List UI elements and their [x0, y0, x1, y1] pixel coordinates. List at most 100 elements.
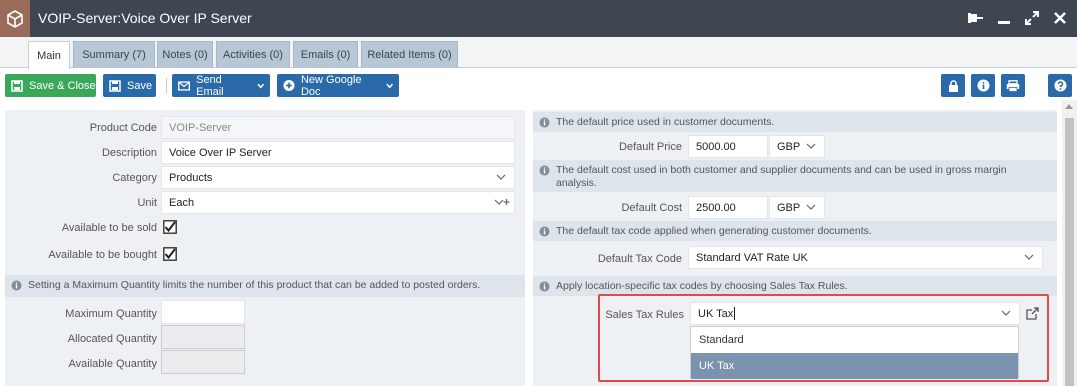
info-button[interactable] — [971, 74, 995, 97]
scrollbar-thumb[interactable] — [1065, 118, 1074, 386]
description-label: Description — [101, 147, 157, 159]
send-email-button[interactable]: Send Email — [172, 73, 270, 98]
maximize-icon[interactable] — [1023, 9, 1041, 27]
info-icon — [977, 79, 989, 92]
chevron-down-icon — [496, 174, 506, 180]
chevron-down-icon — [806, 204, 816, 210]
minimize-icon[interactable] — [995, 9, 1013, 27]
maximum-quantity-input[interactable] — [161, 300, 245, 324]
chevron-down-icon — [1024, 254, 1034, 260]
toolbar-divider — [166, 78, 167, 94]
sales-tax-rules-label: Sales Tax Rules — [605, 309, 684, 321]
location-tax-info-text: Apply location-specific tax codes by cho… — [556, 280, 848, 292]
question-icon — [1054, 79, 1066, 92]
save-icon — [11, 79, 23, 92]
info-icon — [539, 226, 550, 237]
max-quantity-info-text: Setting a Maximum Quantity limits the nu… — [28, 279, 481, 291]
save-close-button[interactable]: Save & Close — [5, 74, 96, 97]
available-bought-checkbox[interactable] — [163, 247, 177, 261]
sales-tax-rules-dropdown: Standard UK Tax — [690, 326, 1019, 379]
cost-currency-select[interactable]: GBP — [769, 196, 825, 219]
available-bought-label: Available to be bought — [48, 249, 157, 261]
default-cost-label: Default Cost — [621, 202, 682, 214]
close-icon[interactable] — [1051, 9, 1069, 27]
description-value: Voice Over IP Server — [169, 146, 272, 159]
tab-activities[interactable]: Activities (0) — [216, 41, 290, 68]
info-icon — [11, 280, 22, 291]
unit-select[interactable]: Each — [161, 191, 515, 214]
sales-tax-rules-select[interactable]: UK Tax — [690, 302, 1020, 325]
send-email-label: Send Email — [196, 73, 224, 98]
help-button[interactable] — [1048, 74, 1072, 97]
save-close-label: Save & Close — [29, 79, 96, 92]
tab-related-items[interactable]: Related Items (0) — [361, 41, 458, 68]
default-cost-value: 2500.00 — [696, 201, 736, 214]
lock-button[interactable] — [941, 74, 965, 97]
price-info: The default price used in customer docum… — [533, 112, 1057, 132]
option-standard[interactable]: Standard — [691, 327, 1018, 353]
unit-value: Each — [169, 196, 195, 209]
unit-label: Unit — [137, 197, 157, 209]
available-sold-label: Available to be sold — [61, 222, 157, 234]
chevron-down-icon — [256, 83, 264, 89]
save-icon — [109, 79, 121, 92]
default-price-input[interactable]: 5000.00 — [688, 135, 768, 158]
default-price-value: 5000.00 — [696, 140, 736, 153]
info-icon — [539, 165, 550, 176]
cost-currency-value: GBP — [777, 201, 801, 214]
product-code-value: VOIP-Server — [169, 121, 232, 134]
category-value: Products — [169, 171, 213, 184]
envelope-icon — [178, 80, 191, 91]
tab-notes[interactable]: Notes (0) — [157, 41, 213, 68]
chevron-down-icon — [806, 143, 816, 149]
text-cursor — [734, 307, 736, 320]
price-currency-value: GBP — [777, 140, 801, 153]
allocated-quantity-label: Allocated Quantity — [67, 333, 157, 345]
category-select[interactable]: Products — [161, 166, 515, 189]
new-google-doc-label: New Google Doc — [300, 73, 362, 98]
chevron-down-icon — [1001, 310, 1011, 316]
product-box-icon — [0, 0, 30, 37]
cost-info: The default cost used in both customer a… — [533, 160, 1057, 192]
title-bar: VOIP-Server:Voice Over IP Server — [0, 0, 1077, 37]
allocated-quantity-field — [161, 325, 245, 349]
option-uk-tax[interactable]: UK Tax — [691, 353, 1018, 379]
plus-circle-icon — [283, 79, 295, 92]
tax-info: The default tax code applied when genera… — [533, 221, 1057, 241]
description-input[interactable]: Voice Over IP Server — [161, 141, 515, 164]
info-icon — [539, 117, 550, 128]
printer-icon — [1006, 79, 1020, 92]
default-tax-code-label: Default Tax Code — [597, 253, 682, 265]
info-icon — [539, 281, 550, 292]
vertical-scrollbar[interactable] — [1062, 100, 1077, 386]
new-google-doc-button[interactable]: New Google Doc — [277, 73, 399, 98]
window-title: VOIP-Server:Voice Over IP Server — [38, 10, 252, 26]
tab-emails[interactable]: Emails (0) — [293, 41, 358, 68]
tab-main[interactable]: Main — [28, 41, 70, 69]
tab-summary[interactable]: Summary (7) — [73, 41, 155, 68]
chevron-down-icon — [385, 83, 393, 89]
price-info-text: The default price used in customer docum… — [556, 116, 775, 128]
sales-tax-rules-value: UK Tax — [698, 307, 734, 320]
category-label: Category — [112, 172, 157, 184]
available-sold-checkbox[interactable] — [163, 220, 177, 234]
save-button[interactable]: Save — [103, 74, 156, 97]
default-price-label: Default Price — [619, 141, 682, 153]
default-tax-code-select[interactable]: Standard VAT Rate UK — [688, 246, 1043, 269]
available-quantity-field — [161, 350, 245, 374]
open-external-icon[interactable] — [1024, 305, 1040, 321]
toolbar: Save & Close Save Send Email New Google … — [0, 69, 1077, 104]
tax-info-text: The default tax code applied when genera… — [556, 225, 872, 237]
scroll-up-arrow[interactable] — [1065, 104, 1073, 109]
default-cost-input[interactable]: 2500.00 — [688, 196, 768, 219]
maximum-quantity-label: Maximum Quantity — [65, 308, 157, 320]
max-quantity-info: Setting a Maximum Quantity limits the nu… — [5, 275, 525, 297]
tab-strip: Main Summary (7) Notes (0) Activities (0… — [0, 37, 1077, 69]
print-button[interactable] — [1001, 74, 1025, 97]
default-tax-code-value: Standard VAT Rate UK — [696, 251, 808, 264]
pin-icon[interactable] — [966, 9, 984, 27]
location-tax-info: Apply location-specific tax codes by cho… — [533, 276, 1057, 296]
product-details-panel: Product Code VOIP-Server Description Voi… — [5, 110, 525, 386]
price-currency-select[interactable]: GBP — [769, 135, 825, 158]
product-code-field: VOIP-Server — [161, 116, 515, 139]
